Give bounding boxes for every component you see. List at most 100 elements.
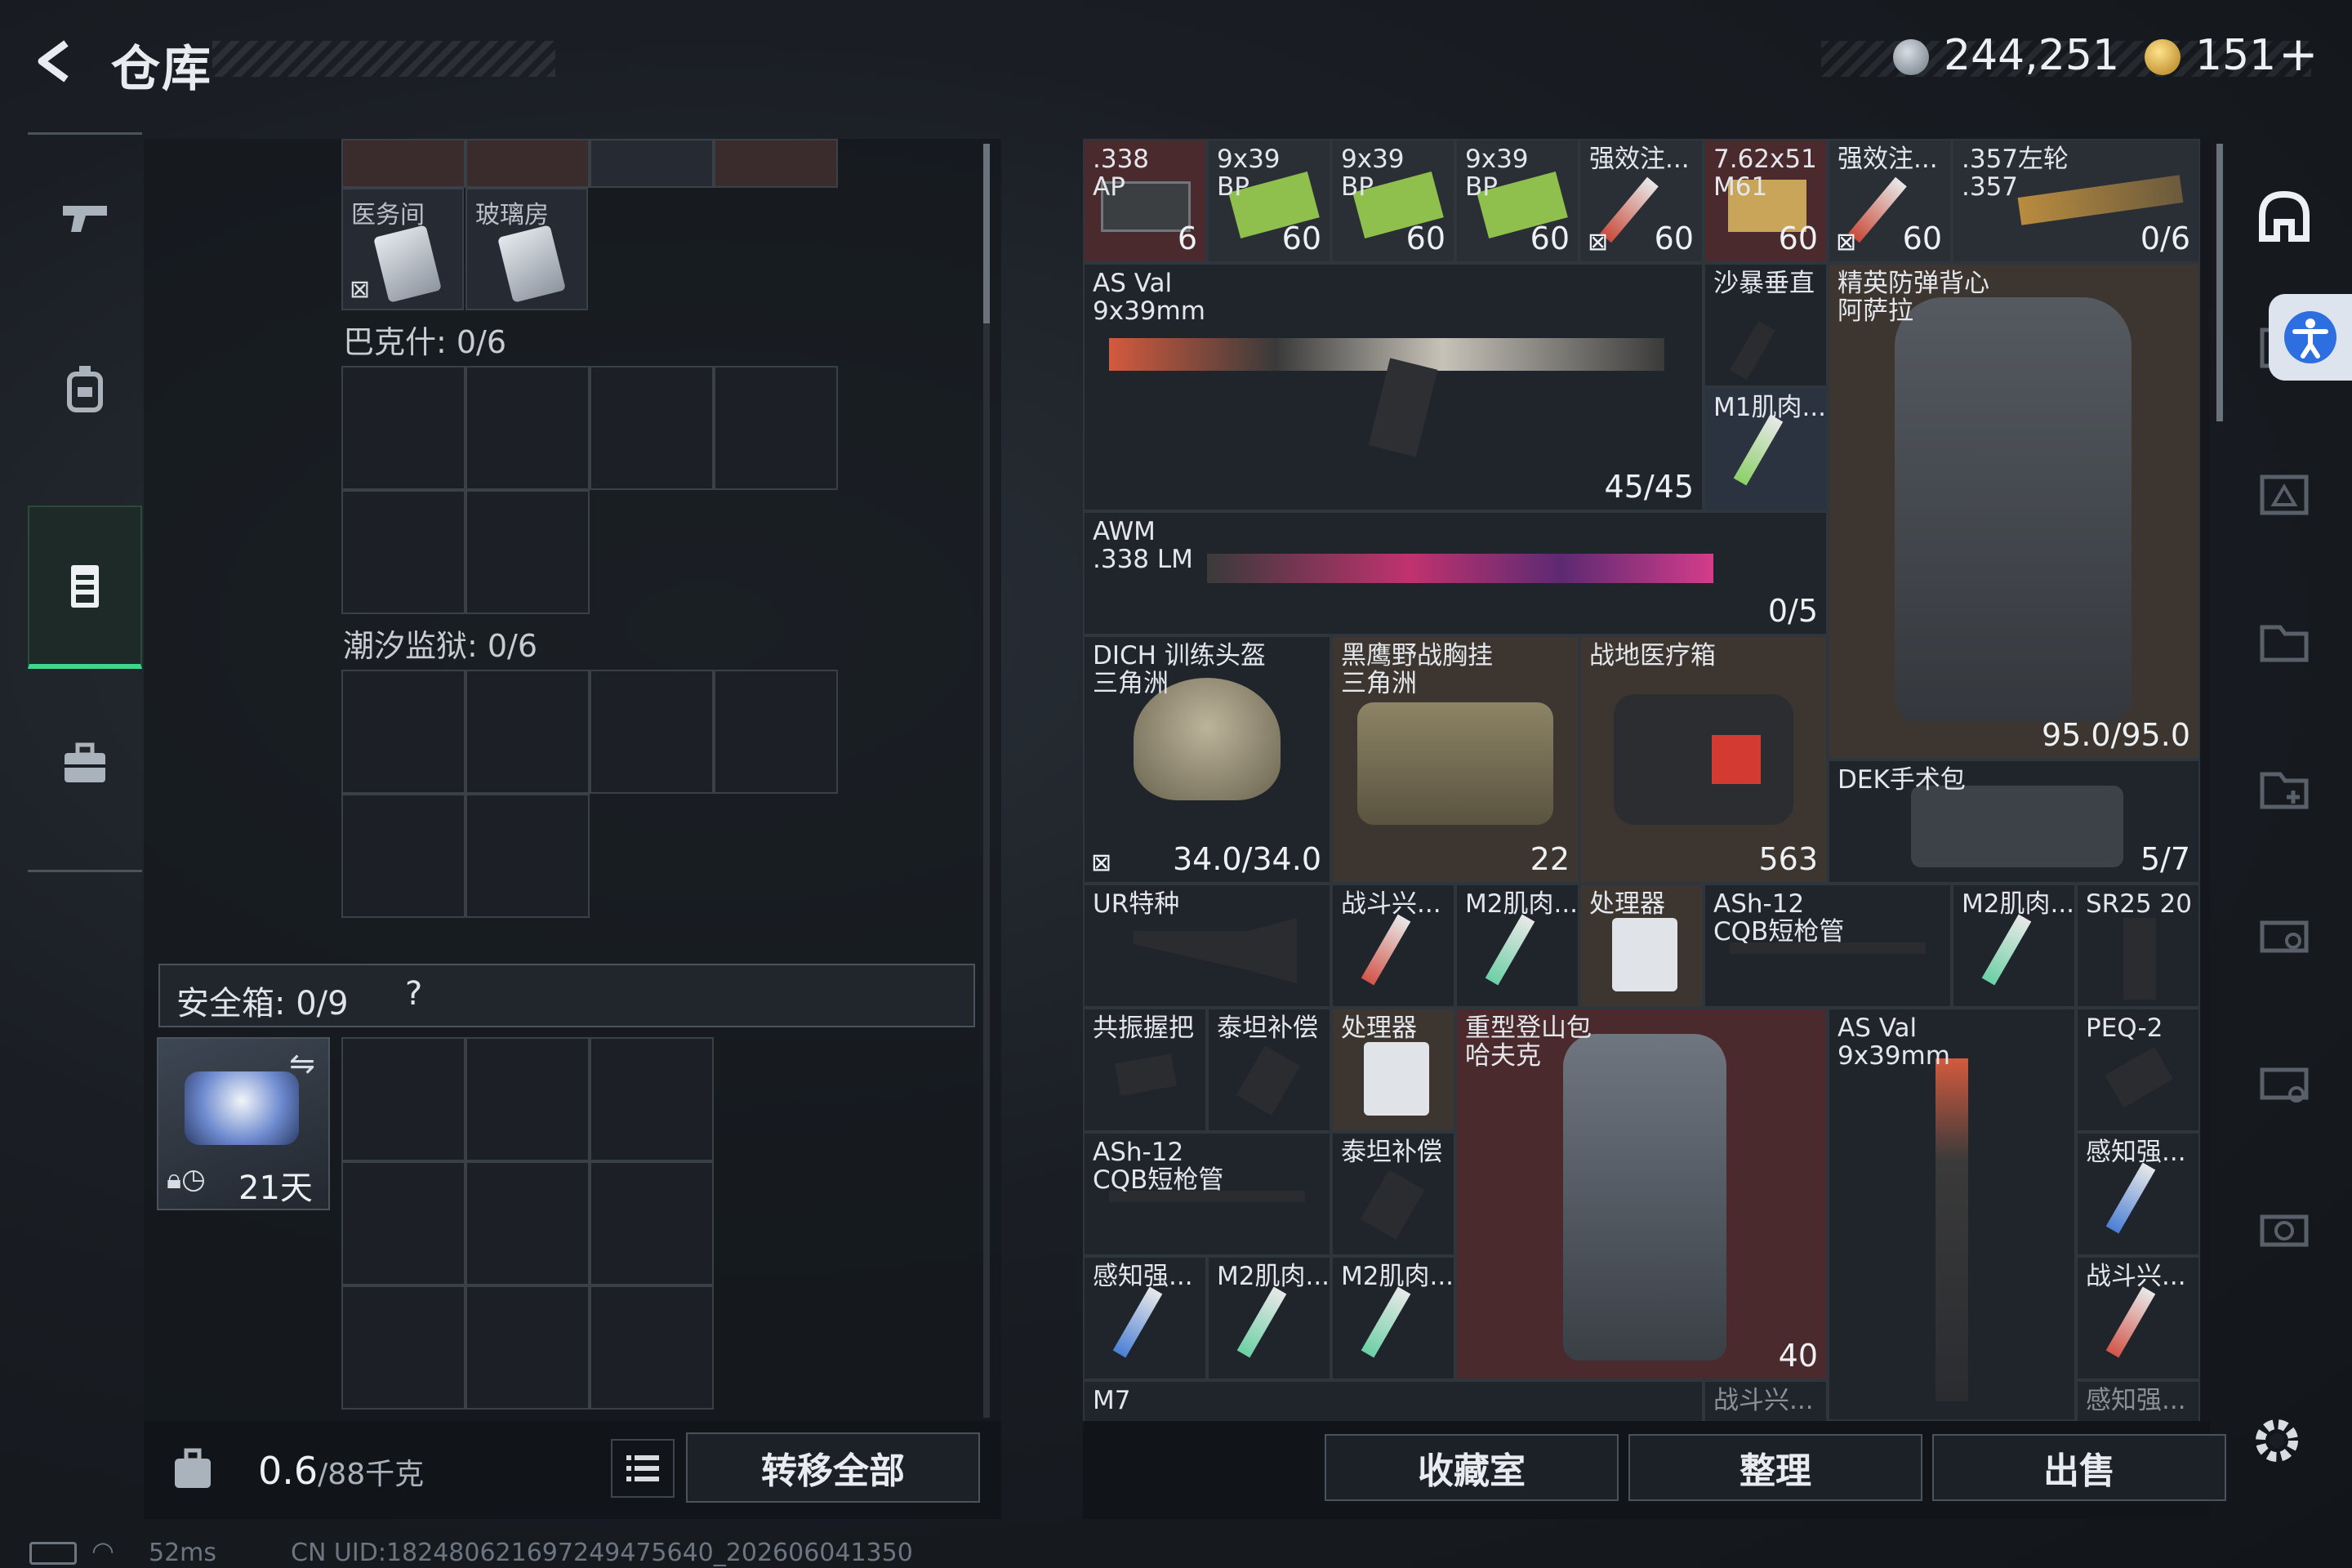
safebox-slot[interactable] [590, 1037, 714, 1161]
safebox-slot[interactable] [466, 1285, 590, 1410]
item-name: 战斗兴... [2086, 1262, 2186, 1291]
item-m2-muscle[interactable]: M2肌肉... [1207, 1256, 1331, 1380]
storage-slot[interactable] [466, 366, 590, 490]
list-view-button[interactable] [611, 1439, 675, 1498]
barrel-ash12-cqb[interactable]: ASh-12 CQB短枪管 [1083, 1132, 1331, 1256]
storage-slot[interactable] [714, 670, 838, 794]
ammo-9x39bp[interactable]: 9x39 BP 60 [1455, 139, 1579, 263]
item-perception-stim[interactable]: 感知强... [1083, 1256, 1207, 1380]
weapon-as-val[interactable]: AS Val 9x39mm 45/45 [1083, 263, 1704, 511]
sell-button[interactable]: 出售 [1932, 1434, 2226, 1501]
nav-home[interactable] [2231, 155, 2337, 278]
safebox-slot[interactable] [466, 1161, 590, 1285]
swap-icon[interactable]: ⇋ [289, 1045, 315, 1081]
safebox-slot[interactable] [466, 1037, 590, 1161]
item-combat-stim[interactable]: 战斗兴... [2076, 1256, 2200, 1380]
storage-slot[interactable] [590, 139, 714, 188]
weapon-as-val-2[interactable]: AS Val 9x39mm [1828, 1008, 2076, 1421]
nav-storage-7[interactable] [2231, 1168, 2337, 1290]
item-m2-muscle[interactable]: M2肌肉... [1455, 884, 1579, 1008]
helmet-dich[interactable]: DICH 训练头盔 三角洲 34.0/34.0 ⊠ [1083, 635, 1331, 884]
storage-slot[interactable] [341, 794, 466, 918]
safebox-slot[interactable] [590, 1285, 714, 1410]
back-button[interactable] [26, 33, 83, 90]
storage-slot[interactable] [466, 794, 590, 918]
safebox-slot[interactable] [590, 1161, 714, 1285]
nav-warehouse[interactable] [28, 506, 142, 669]
ammo-338ap[interactable]: .338 AP 6 [1083, 139, 1207, 263]
item-perception-stim[interactable]: 感知强... [2076, 1380, 2200, 1421]
item-combat-stim[interactable]: 战斗兴... [1331, 884, 1455, 1008]
nav-weapons[interactable] [28, 135, 142, 298]
ammo-9x39bp[interactable]: 9x39 BP 60 [1331, 139, 1455, 263]
nav-backpack[interactable] [28, 306, 142, 470]
item-name: 感知强... [1093, 1262, 1193, 1291]
stock-ur[interactable]: UR特种 [1083, 884, 1331, 1008]
safebox-slot[interactable] [341, 1161, 466, 1285]
storage-slot[interactable] [466, 490, 590, 614]
item-name: 共振握把 [1093, 1013, 1194, 1043]
backpack-heavy-hafk[interactable]: 重型登山包 哈夫克 40 [1455, 1008, 1828, 1380]
syringe-icon [1361, 914, 1411, 986]
nav-storage-6[interactable] [2231, 1021, 2337, 1143]
storage-slot[interactable] [590, 366, 714, 490]
laser-peq2[interactable]: PEQ-2 [2076, 1008, 2200, 1132]
item-name: 战地医疗箱 [1589, 641, 1716, 670]
ammo-762x51[interactable]: 7.62x51 M61 60 [1704, 139, 1828, 263]
safebox-item[interactable]: ⇋ 🔒︎◷ 21天 [157, 1037, 330, 1210]
ammo-9x39bp[interactable]: 9x39 BP 60 [1207, 139, 1331, 263]
storage-slot[interactable] [590, 670, 714, 794]
storage-slot[interactable] [341, 670, 466, 794]
storage-slot[interactable] [714, 366, 838, 490]
item-perception-stim[interactable]: 感知强... [2076, 1132, 2200, 1256]
item-name: 泰坦补偿 [1341, 1138, 1442, 1167]
grip-resonance[interactable]: 共振握把 [1083, 1008, 1207, 1132]
mag-sr25[interactable]: SR25 20 [2076, 884, 2200, 1008]
weapon-357-revolver[interactable]: .357左轮 .357 0/6 [1952, 139, 2200, 263]
storage-slot[interactable] [466, 139, 590, 188]
storage-slot[interactable] [341, 366, 466, 490]
barrel-ash12-cqb[interactable]: ASh-12 CQB短枪管 [1704, 884, 1952, 1008]
keycard-glass[interactable]: 玻璃房 [466, 188, 588, 310]
nav-storage-4[interactable] [2231, 727, 2337, 849]
item-stim-strong[interactable]: 强效注... 60 ⊠ [1579, 139, 1704, 263]
medkit-field[interactable]: 战地医疗箱 563 [1579, 635, 1828, 884]
storage-scrollbar-track[interactable] [983, 144, 990, 1418]
collection-button[interactable]: 收藏室 [1325, 1434, 1619, 1501]
safebox-slot[interactable] [341, 1285, 466, 1410]
keycard-medical[interactable]: 医务间 ⊠ [341, 188, 464, 310]
settings-button[interactable] [2244, 1408, 2310, 1473]
storage-slot[interactable] [466, 670, 590, 794]
item-processor[interactable]: 处理器 [1579, 884, 1704, 1008]
safebox-help-button[interactable]: ? [405, 975, 422, 1013]
item-processor[interactable]: 处理器 [1331, 1008, 1455, 1132]
nav-storage-3[interactable] [2231, 580, 2337, 702]
inventory-scrollbar-thumb[interactable] [2216, 144, 2223, 421]
item-m2-muscle[interactable]: M2肌肉... [1952, 884, 2076, 1008]
item-m7[interactable]: M7 [1083, 1380, 1704, 1421]
accessibility-button[interactable] [2269, 294, 2352, 381]
rig-blackhawk[interactable]: 黑鹰野战胸挂 三角洲 22 [1331, 635, 1579, 884]
add-currency-button[interactable]: + [2278, 26, 2319, 82]
item-m2-muscle[interactable]: M2肌肉... [1331, 1256, 1455, 1380]
storage-scrollbar-thumb[interactable] [983, 144, 990, 323]
nav-storage-2[interactable] [2231, 433, 2337, 555]
item-stim-strong[interactable]: 强效注... 60 ⊠ [1828, 139, 1952, 263]
item-combat-stim[interactable]: 战斗兴... [1704, 1380, 1828, 1421]
weapon-awm[interactable]: AWM .338 LM 0/5 [1083, 511, 1828, 635]
storage-slot[interactable] [341, 490, 466, 614]
storage-slot[interactable] [714, 139, 838, 188]
grip-sandstorm[interactable]: 沙暴垂直 [1704, 263, 1828, 387]
safebox-slot[interactable] [341, 1037, 466, 1161]
medkit-dek[interactable]: DEK手术包 5/7 [1828, 760, 2200, 884]
nav-storage-5[interactable] [2231, 874, 2337, 996]
muzzle-titan[interactable]: 泰坦补偿 [1331, 1132, 1455, 1256]
armor-elite-vest[interactable]: 精英防弹背心 阿萨拉 95.0/95.0 [1828, 263, 2200, 760]
organize-button[interactable]: 整理 [1628, 1434, 1922, 1501]
muzzle-titan[interactable]: 泰坦补偿 [1207, 1008, 1331, 1132]
storage-slot[interactable] [341, 139, 466, 188]
transfer-all-button[interactable]: 转移全部 [686, 1432, 980, 1503]
item-m1-muscle[interactable]: M1肌肉... [1704, 387, 1828, 511]
nav-briefcase[interactable] [28, 682, 142, 845]
item-name: 9x39 BP [1341, 145, 1405, 202]
